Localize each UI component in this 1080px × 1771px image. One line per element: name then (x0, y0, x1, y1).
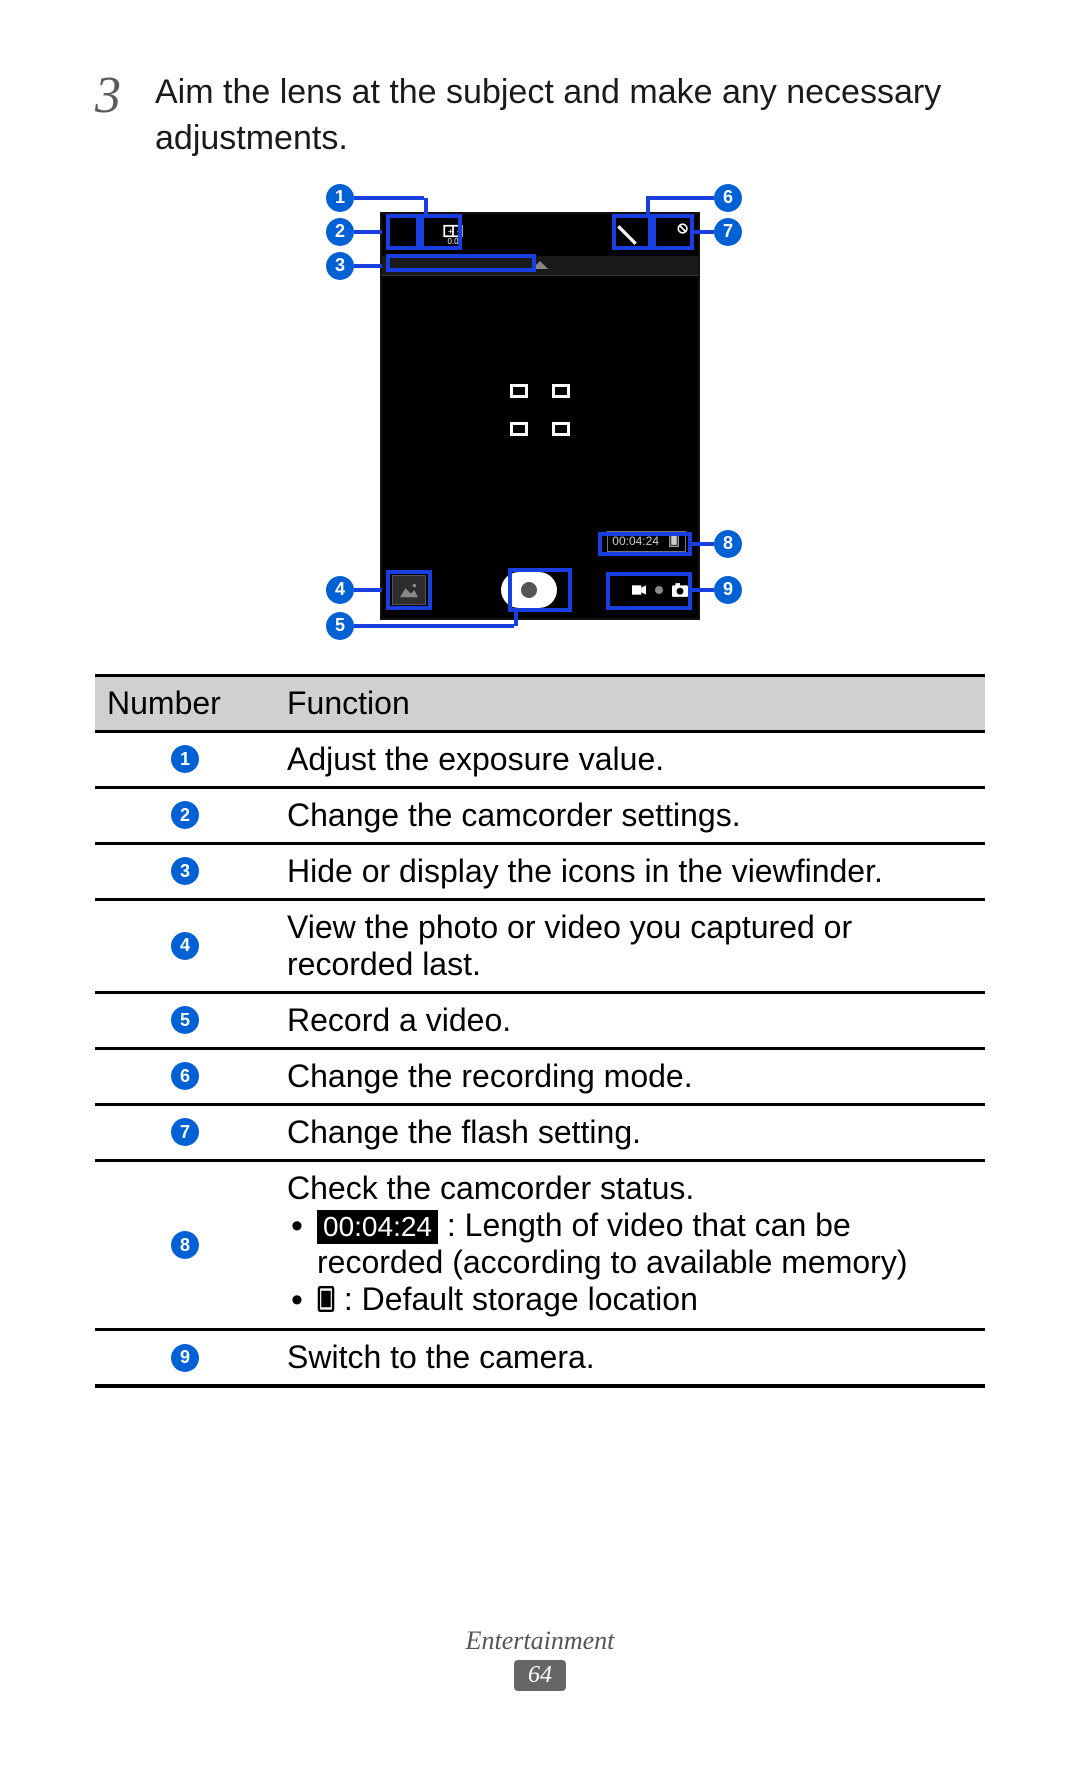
row8-bullet2: : Default storage location (287, 1281, 973, 1320)
table-row: 7 Change the flash setting. (95, 1104, 985, 1160)
phone-frame: +- 0.0 00:04 (380, 212, 700, 620)
row-badge: 3 (171, 857, 199, 885)
header-number: Number (95, 675, 275, 731)
row-badge: 2 (171, 801, 199, 829)
page-footer: Entertainment 64 (0, 1626, 1080, 1691)
row-function: Check the camcorder status. 00:04:24 : L… (275, 1160, 985, 1330)
step-number: 3 (95, 70, 135, 122)
callout-badge-9: 9 (714, 576, 742, 604)
header-function: Function (275, 675, 985, 731)
page-number: 64 (514, 1660, 566, 1691)
table-row: 9 Switch to the camera. (95, 1330, 985, 1387)
row-function: Change the flash setting. (275, 1104, 985, 1160)
row-badge: 4 (171, 932, 199, 960)
callout-badge-3: 3 (326, 252, 354, 280)
section-name: Entertainment (0, 1626, 1080, 1656)
callout-badge-5: 5 (326, 612, 354, 640)
row-badge: 6 (171, 1062, 199, 1090)
row8-heading: Check the camcorder status. (287, 1170, 973, 1207)
table-row: 1 Adjust the exposure value. (95, 731, 985, 787)
row-badge: 9 (171, 1344, 199, 1372)
table-row: 3 Hide or display the icons in the viewf… (95, 843, 985, 899)
callout-badge-7: 7 (714, 218, 742, 246)
row-function: Change the camcorder settings. (275, 787, 985, 843)
callout-badge-4: 4 (326, 576, 354, 604)
phone-storage-icon (317, 1283, 335, 1320)
row8-bullet2-text: : Default storage location (335, 1281, 698, 1317)
table-row: 8 Check the camcorder status. 00:04:24 :… (95, 1160, 985, 1330)
table-row: 5 Record a video. (95, 992, 985, 1048)
callout-badge-6: 6 (714, 184, 742, 212)
camcorder-screenshot-figure: +- 0.0 00:04 (95, 184, 985, 644)
row-badge: 5 (171, 1006, 199, 1034)
focus-brackets (510, 384, 570, 436)
callout-badge-2: 2 (326, 218, 354, 246)
row-badge: 1 (171, 745, 199, 773)
row-function: Hide or display the icons in the viewfin… (275, 843, 985, 899)
table-row: 6 Change the recording mode. (95, 1048, 985, 1104)
table-header-row: Number Function (95, 675, 985, 731)
row-function: Switch to the camera. (275, 1330, 985, 1387)
step-text: Aim the lens at the subject and make any… (155, 70, 985, 162)
function-table: Number Function 1 Adjust the exposure va… (95, 674, 985, 1389)
row-badge: 7 (171, 1118, 199, 1146)
table-row: 2 Change the camcorder settings. (95, 787, 985, 843)
row-badge: 8 (171, 1231, 199, 1259)
time-chip: 00:04:24 (317, 1210, 438, 1244)
row-function: Adjust the exposure value. (275, 731, 985, 787)
row-function: Change the recording mode. (275, 1048, 985, 1104)
row-function: View the photo or video you captured or … (275, 899, 985, 992)
row8-bullet1: 00:04:24 : Length of video that can be r… (287, 1207, 973, 1282)
table-row: 4 View the photo or video you captured o… (95, 899, 985, 992)
instruction-step: 3 Aim the lens at the subject and make a… (95, 70, 985, 162)
row-function: Record a video. (275, 992, 985, 1048)
callout-badge-8: 8 (714, 530, 742, 558)
callout-badge-1: 1 (326, 184, 354, 212)
